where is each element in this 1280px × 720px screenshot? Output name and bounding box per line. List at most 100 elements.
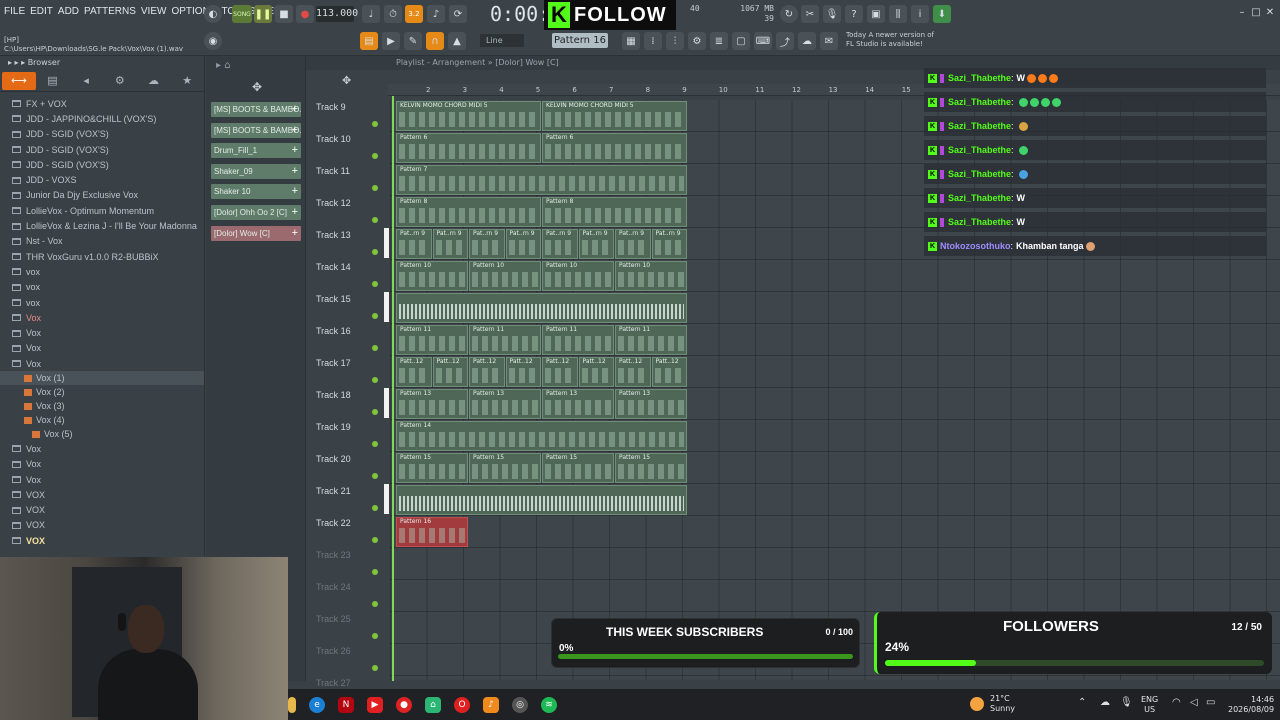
news-icon[interactable]: ✉ <box>820 32 838 50</box>
browser-folder[interactable]: Vox <box>0 310 204 325</box>
chat-username[interactable]: Sazi_Thabethe <box>948 121 1011 131</box>
playlist-clip[interactable]: Pat..rn 9 <box>432 229 468 259</box>
channel-button[interactable]: [MS] BOOTS & BAMBO.. + <box>211 102 301 117</box>
fl-studio-icon[interactable]: ♪ <box>483 696 499 713</box>
track-mute-icon[interactable] <box>372 217 378 223</box>
browser-folder[interactable]: JDD - SGID (VOX'S) <box>0 127 204 142</box>
browser-folder[interactable]: VOX <box>0 503 204 518</box>
browser-file[interactable]: Vox (1) <box>0 371 204 386</box>
chat-username[interactable]: Sazi_Thabethe <box>948 193 1011 203</box>
tab-project-icon[interactable]: ▤ <box>36 72 70 90</box>
chat-username[interactable]: Sazi_Thabethe <box>948 73 1011 83</box>
browser-file[interactable]: Vox (3) <box>0 399 204 413</box>
playlist-clip[interactable]: Pattern 6 <box>396 133 541 163</box>
browser-folder[interactable]: LollieVox & Lezina J - I'll Be Your Mado… <box>0 218 204 233</box>
playlist-clip[interactable]: Pattern 10 <box>396 261 468 291</box>
maximize-icon[interactable]: □ <box>1250 6 1262 18</box>
channel-button[interactable]: Shaker 10 + <box>211 184 301 200</box>
tray-chevron-icon[interactable]: ⌃ <box>1078 697 1086 708</box>
browser-folder[interactable]: Vox <box>0 441 204 456</box>
playlist-clip[interactable]: KELVIN MOMO CHORD MIDI 5 <box>542 101 687 131</box>
channel-button[interactable]: Drum_Fill_1 + <box>211 143 301 159</box>
browser-folder[interactable]: JDD - SGID (VOX'S) <box>0 157 204 172</box>
browser-file[interactable]: Vox (5) <box>0 427 204 441</box>
track-mute-icon[interactable] <box>372 633 378 639</box>
mixer-icon[interactable]: ⫼ <box>889 5 907 23</box>
cut-icon[interactable]: ✂ <box>801 5 819 23</box>
language-indicator[interactable]: ENG US <box>1141 695 1158 715</box>
browser-folder[interactable]: VOX <box>0 518 204 533</box>
master-volume-knob-icon[interactable]: ◉ <box>204 32 222 50</box>
loop-record-icon[interactable]: ⟳ <box>449 5 467 23</box>
playlist-clip[interactable]: Pattern 8 <box>542 197 687 227</box>
edge-icon[interactable]: e <box>309 696 325 713</box>
playlist-clip[interactable]: Pattern 10 <box>615 261 687 291</box>
tab-plugin-icon[interactable]: ⚙ <box>103 72 137 90</box>
info-icon[interactable]: i <box>911 5 929 23</box>
obs-icon[interactable]: ◎ <box>512 696 528 713</box>
playlist-clip[interactable]: Pat..rn 9 <box>505 229 541 259</box>
chat-username[interactable]: Sazi_Thabethe <box>948 97 1011 107</box>
track-mute-icon[interactable] <box>372 537 378 543</box>
plugin-icon[interactable]: ⚙ <box>688 32 706 50</box>
track-name[interactable]: Track 12 <box>316 198 351 208</box>
track-mute-icon[interactable] <box>372 665 378 671</box>
browser-folder[interactable]: vox <box>0 264 204 279</box>
playlist-clip[interactable]: Pattern 11 <box>469 325 541 355</box>
magnet-icon[interactable]: ∩ <box>426 32 444 50</box>
playlist-clip[interactable]: Pattern 6 <box>542 133 687 163</box>
project-icon[interactable]: ▢ <box>732 32 750 50</box>
playlist-clip[interactable]: Pattern 11 <box>542 325 614 355</box>
playlist-clip[interactable]: Pattern 15 <box>469 453 541 483</box>
menu-view[interactable]: VIEW <box>141 6 167 17</box>
track-name[interactable]: Track 17 <box>316 358 351 368</box>
track-name[interactable]: Track 18 <box>316 390 351 400</box>
browser-folder[interactable]: Vox <box>0 356 204 371</box>
playlist-clip[interactable]: Pattern 10 <box>469 261 541 291</box>
channel-button[interactable]: [Dolor] Wow [C] + <box>211 225 301 241</box>
playlist-clip[interactable]: Pat..rn 9 <box>469 229 505 259</box>
playlist-clip[interactable] <box>396 293 687 323</box>
browser-folder[interactable]: Nst - Vox <box>0 234 204 249</box>
track-mute-icon[interactable] <box>372 249 378 255</box>
playlist-clip[interactable]: Patt..12 <box>651 357 687 387</box>
track-name[interactable]: Track 24 <box>316 582 351 592</box>
playlist-clip[interactable]: Pat..rn 9 <box>615 229 651 259</box>
battery-icon[interactable]: ▭ <box>1206 697 1215 708</box>
browser-folder[interactable]: THR VoxGuru v1.0.0 R2-BUBBiX <box>0 249 204 264</box>
tab-current-icon[interactable]: ◂ <box>69 72 103 90</box>
playlist-clip[interactable]: Patt..12 <box>469 357 505 387</box>
update-notice[interactable]: Today A newer version of FL Studio is av… <box>846 31 946 49</box>
track-name[interactable]: Track 13 <box>316 230 351 240</box>
track-mute-icon[interactable] <box>372 409 378 415</box>
snap-line-select[interactable]: Line <box>480 34 524 47</box>
metronome-icon[interactable]: ♩ <box>362 5 380 23</box>
browser-folder[interactable]: Junior Da Djy Exclusive Vox <box>0 188 204 203</box>
track-mute-icon[interactable] <box>372 281 378 287</box>
add-channel-icon[interactable]: + <box>292 143 298 158</box>
track-mute-icon[interactable] <box>372 505 378 511</box>
recorder-icon[interactable]: ● <box>396 696 412 713</box>
wait-icon[interactable]: ⏱ <box>384 5 402 23</box>
opera-icon[interactable]: O <box>454 696 470 713</box>
browser-folder[interactable]: FX + VOX <box>0 96 204 111</box>
playlist-clip[interactable]: Pattern 15 <box>542 453 614 483</box>
help-icon[interactable]: ? <box>845 5 863 23</box>
stamp-icon[interactable]: ▲ <box>448 32 466 50</box>
track-name[interactable]: Track 10 <box>316 134 351 144</box>
volume-icon[interactable]: ◁ <box>1190 697 1198 708</box>
add-channel-icon[interactable]: + <box>292 123 298 138</box>
tempo-sync-icon[interactable]: ↻ <box>780 5 798 23</box>
pencil-icon[interactable]: ✎ <box>404 32 422 50</box>
playlist-clip[interactable]: Pattern 15 <box>615 453 687 483</box>
touch-keyboard-icon[interactable]: ⌨ <box>754 32 772 50</box>
playlist-clip[interactable]: Patt..12 <box>396 357 432 387</box>
playlist-clip[interactable]: Patt..12 <box>505 357 541 387</box>
channel-rack-icon[interactable]: ⁞ <box>644 32 662 50</box>
play-arrow-icon[interactable]: ▶ <box>382 32 400 50</box>
browser-folder[interactable]: JDD - VOXS <box>0 172 204 187</box>
playlist-clip[interactable]: Pattern 14 <box>396 421 687 451</box>
chat-username[interactable]: Sazi_Thabethe <box>948 169 1011 179</box>
tab-cloud-icon[interactable]: ☁ <box>137 72 171 90</box>
track-name[interactable]: Track 25 <box>316 614 351 624</box>
